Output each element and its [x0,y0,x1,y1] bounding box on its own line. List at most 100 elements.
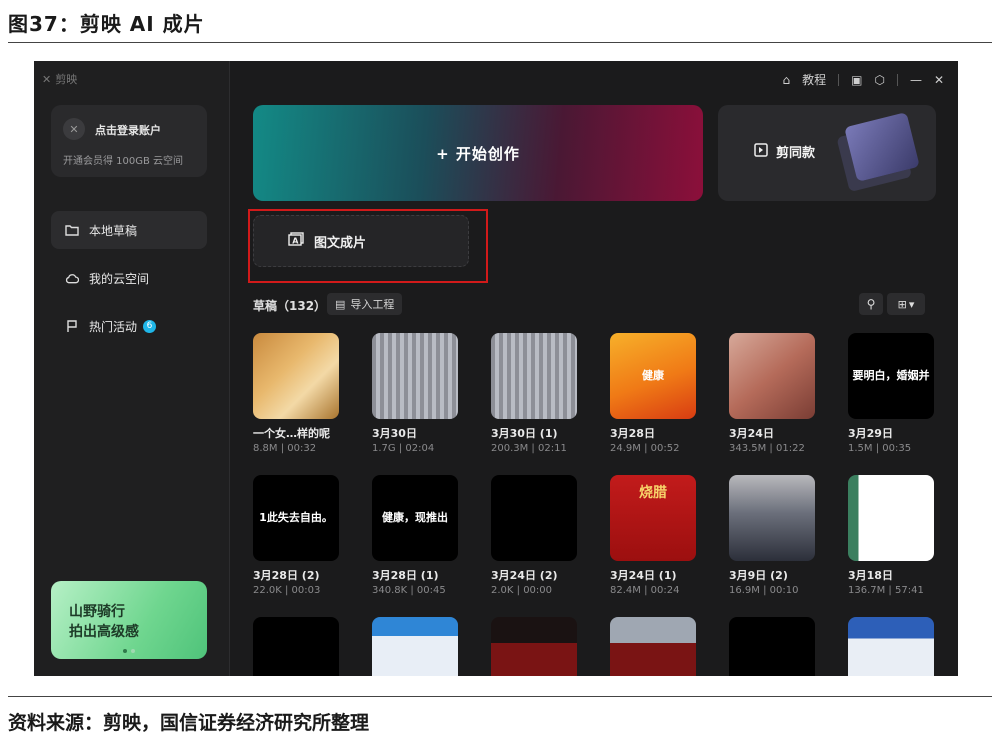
draft-thumbnail[interactable] [610,617,696,676]
draft-thumbnail[interactable] [372,333,458,419]
window-controls: ⌂ 教程 ▣ ⬡ — ✕ [782,71,944,88]
draft-item[interactable] [372,617,458,676]
promo-banner[interactable]: 山野骑行 拍出高级感 [51,581,207,659]
draft-item[interactable]: 健康，现推出 3月28日 (1) 340.8K | 00:45 [372,475,458,596]
draft-item[interactable]: 一个女…样的呢 8.8M | 00:32 [253,333,339,454]
draft-item[interactable] [848,617,934,676]
draft-item[interactable] [491,617,577,676]
draft-thumbnail[interactable]: 健康 [610,333,696,419]
draft-thumbnail[interactable]: 要明白，婚姻并 [848,333,934,419]
app-logo-text: 剪映 [55,73,78,86]
draft-item[interactable]: 3月18日 136.7M | 57:41 [848,475,934,596]
sidebar-item-label: 我的云空间 [89,271,150,286]
draft-item[interactable]: 1此失去自由。 3月28日 (2) 22.0K | 00:03 [253,475,339,596]
draft-name: 3月18日 [848,569,893,582]
thumbnail-overlay-text: 烧腊 [639,484,667,501]
grid-icon: ⊞ [897,297,907,311]
avatar[interactable]: ✕ [63,118,85,140]
search-button[interactable]: ⚲ [859,293,883,315]
draft-name: 3月28日 [610,427,655,440]
draft-meta: 8.8M | 00:32 [253,443,317,454]
draft-item[interactable]: 3月30日 1.7G | 02:04 [372,333,458,454]
graduation-cap-icon[interactable]: ⌂ [782,73,790,87]
draft-thumbnail[interactable] [729,617,815,676]
file-icon: ▤ [335,297,346,311]
draft-meta: 2.0K | 00:00 [491,585,553,596]
draft-thumbnail[interactable]: 健康，现推出 [372,475,458,561]
promo-line-1: 山野骑行 [69,604,125,620]
login-subtitle[interactable]: 开通会员得 100GB 云空间 [63,152,183,167]
template-icon [754,142,768,161]
draft-name: 3月30日 [372,427,417,440]
draft-meta: 82.4M | 00:24 [610,585,680,596]
template-preview-graphic [844,112,920,182]
app-window: ✕ 剪映 ✕ 点击登录账户 开通会员得 100GB 云空间 本地草稿 我的云空间… [34,61,958,676]
feedback-icon[interactable]: ▣ [851,73,862,87]
divider [896,73,898,86]
draft-item[interactable]: 3月9日 (2) 16.9M | 00:10 [729,475,815,596]
draft-thumbnail[interactable] [491,475,577,561]
draft-item[interactable] [610,617,696,676]
draft-name: 3月30日 (1) [491,427,558,440]
draft-meta: 22.0K | 00:03 [253,585,321,596]
start-creation-button[interactable]: + 开始创作 [253,105,703,201]
template-label: 剪同款 [754,142,815,161]
draft-meta: 1.7G | 02:04 [372,443,435,454]
sidebar-item-local-drafts[interactable]: 本地草稿 [51,211,207,249]
chevron-down-icon: ▾ [908,297,915,311]
draft-thumbnail[interactable] [848,617,934,676]
sidebar-item-label: 热门活动 [89,319,138,334]
thumbnail-overlay-text: 要明白，婚姻并 [852,369,930,383]
draft-thumbnail[interactable] [253,617,339,676]
draft-item[interactable] [729,617,815,676]
draft-name: 3月24日 (1) [610,569,677,582]
draft-item[interactable]: 3月24日 343.5M | 01:22 [729,333,815,454]
sidebar-item-hot-events[interactable]: 热门活动 6 [51,307,207,345]
draft-thumbnail[interactable] [372,617,458,676]
draft-thumbnail[interactable]: 烧腊 [610,475,696,561]
draft-thumbnail[interactable] [491,333,577,419]
flag-icon [65,319,79,333]
draft-meta: 1.5M | 00:35 [848,443,912,454]
draft-thumbnail[interactable] [491,617,577,676]
view-toggle-button[interactable]: ⊞ ▾ [887,293,925,315]
tutorial-link[interactable]: 教程 [802,71,826,88]
thumbnail-overlay-text: 健康 [642,369,664,383]
plus-icon: + [436,144,456,163]
draft-thumbnail[interactable] [253,333,339,419]
minimize-icon[interactable]: — [910,73,922,87]
draft-name: 3月28日 (1) [372,569,439,582]
draft-meta: 340.8K | 00:45 [372,585,446,596]
draft-thumbnail[interactable] [848,475,934,561]
graphic-to-video-label: 图文成片 [314,235,367,251]
draft-item[interactable]: 要明白，婚姻并 3月29日 1.5M | 00:35 [848,333,934,454]
draft-item[interactable]: 健康 3月28日 24.9M | 00:52 [610,333,696,454]
draft-name: 3月29日 [848,427,893,440]
app-logo: ✕ 剪映 [42,71,77,87]
import-project-button[interactable]: ▤ 导入工程 [327,293,403,315]
draft-item[interactable]: 3月24日 (2) 2.0K | 00:00 [491,475,577,596]
source-note: 资料来源：剪映，国信证券经济研究所整理 [8,712,370,734]
draft-item[interactable] [253,617,339,676]
sidebar-item-cloud-space[interactable]: 我的云空间 [51,259,207,297]
graphic-to-video-button[interactable]: A 图文成片 [253,215,469,267]
draft-meta: 24.9M | 00:52 [610,443,680,454]
drafts-title: 草稿（132） [253,299,327,313]
draft-thumbnail[interactable] [729,333,815,419]
draft-name: 3月28日 (2) [253,569,320,582]
draft-item[interactable]: 3月30日 (1) 200.3M | 02:11 [491,333,577,454]
draft-meta: 16.9M | 00:10 [729,585,799,596]
draft-meta: 136.7M | 57:41 [848,585,924,596]
login-card[interactable]: ✕ 点击登录账户 开通会员得 100GB 云空间 [51,105,207,177]
thumbnail-overlay-text: 1此失去自由。 [259,511,333,525]
login-title[interactable]: 点击登录账户 [95,122,161,138]
settings-icon[interactable]: ⬡ [874,73,884,87]
draft-thumbnail[interactable] [729,475,815,561]
draft-thumbnail[interactable]: 1此失去自由。 [253,475,339,561]
sidebar-item-label: 本地草稿 [89,223,138,238]
carousel-dots[interactable] [123,649,135,653]
folder-icon [65,223,79,237]
same-template-button[interactable]: 剪同款 [718,105,936,201]
close-icon[interactable]: ✕ [934,73,944,87]
draft-item[interactable]: 烧腊 3月24日 (1) 82.4M | 00:24 [610,475,696,596]
